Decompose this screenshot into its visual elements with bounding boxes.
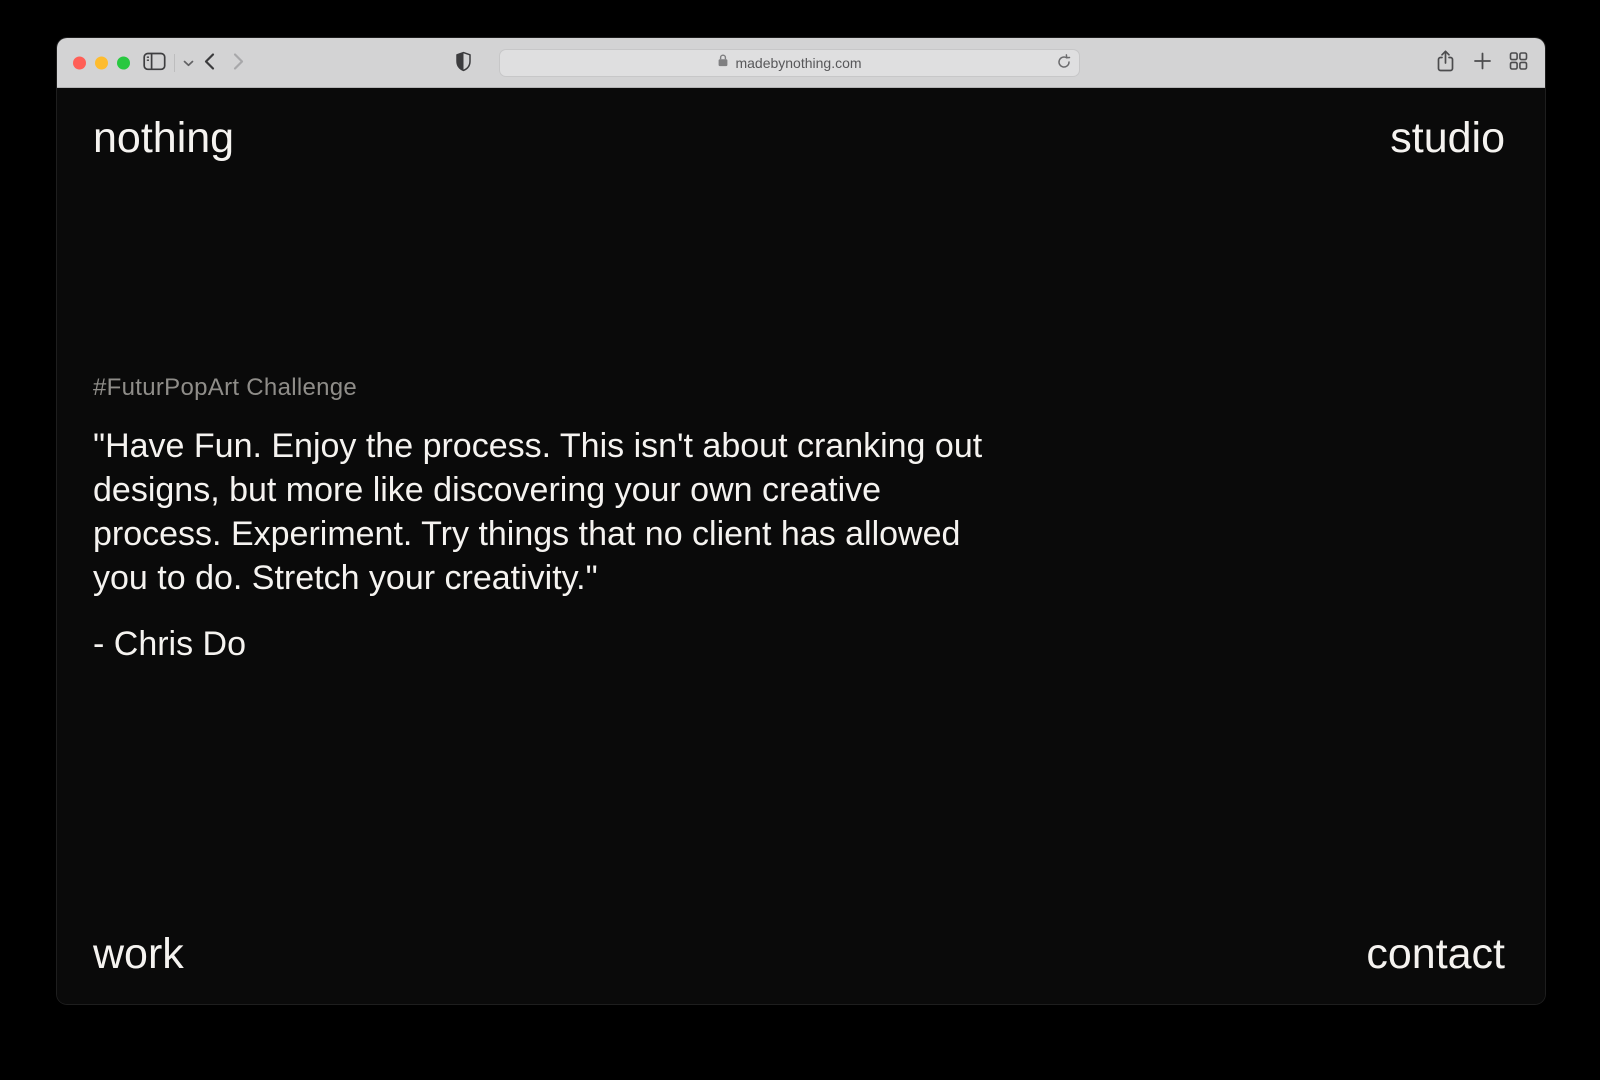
sidebar-dropdown-button[interactable] — [183, 55, 194, 70]
browser-toolbar: madebynothing.com — [57, 38, 1545, 88]
quote-line: you to do. Stretch your creativity." — [93, 559, 598, 597]
quote-line: "Have Fun. Enjoy the process. This isn't… — [93, 427, 983, 465]
nav-link-work[interactable]: work — [93, 930, 184, 979]
minimize-button[interactable] — [95, 56, 108, 69]
navigation-buttons — [203, 52, 245, 73]
browser-window: madebynothing.com nothing studio #FuturP… — [57, 38, 1545, 1004]
plus-icon — [1473, 52, 1492, 74]
chevron-left-icon — [203, 52, 215, 73]
nav-link-studio[interactable]: studio — [1390, 114, 1505, 163]
tab-overview-button[interactable] — [1509, 52, 1528, 74]
forward-button[interactable] — [233, 52, 245, 73]
quote-attribution: - Chris Do — [93, 625, 247, 663]
chevron-down-icon — [183, 55, 194, 70]
challenge-tag: #FuturPopArt Challenge — [93, 374, 358, 401]
nav-link-contact[interactable]: contact — [1366, 930, 1505, 979]
quote-section: #FuturPopArt Challenge "Have Fun. Enjoy … — [93, 374, 982, 664]
close-button[interactable] — [73, 56, 86, 69]
quote-text: "Have Fun. Enjoy the process. This isn't… — [93, 424, 982, 600]
back-button[interactable] — [203, 52, 215, 73]
chevron-right-icon — [233, 52, 245, 73]
toolbar-right-actions — [1435, 49, 1528, 76]
quote-line: designs, but more like discovering your … — [93, 471, 882, 509]
sidebar-controls — [143, 52, 194, 74]
privacy-report — [455, 51, 472, 75]
share-button[interactable] — [1435, 49, 1456, 76]
quote-line: process. Experiment. Try things that no … — [93, 515, 961, 553]
brand-link-nothing[interactable]: nothing — [93, 114, 234, 163]
lock-icon — [717, 53, 729, 73]
grid-icon — [1509, 52, 1528, 74]
shield-icon — [455, 51, 472, 75]
share-icon — [1435, 49, 1456, 76]
reload-icon — [1056, 53, 1072, 72]
url-text: madebynothing.com — [735, 54, 862, 71]
page-content: nothing studio #FuturPopArt Challenge "H… — [57, 88, 1545, 1003]
sidebar-toggle-icon — [143, 52, 166, 74]
sidebar-toggle-button[interactable] — [143, 52, 166, 74]
window-controls — [73, 56, 130, 69]
toolbar-divider — [174, 53, 175, 72]
zoom-button[interactable] — [117, 56, 130, 69]
reload-button[interactable] — [1056, 53, 1072, 72]
privacy-report-button[interactable] — [455, 51, 472, 75]
address-bar[interactable]: madebynothing.com — [499, 48, 1080, 77]
new-tab-button[interactable] — [1473, 52, 1492, 74]
